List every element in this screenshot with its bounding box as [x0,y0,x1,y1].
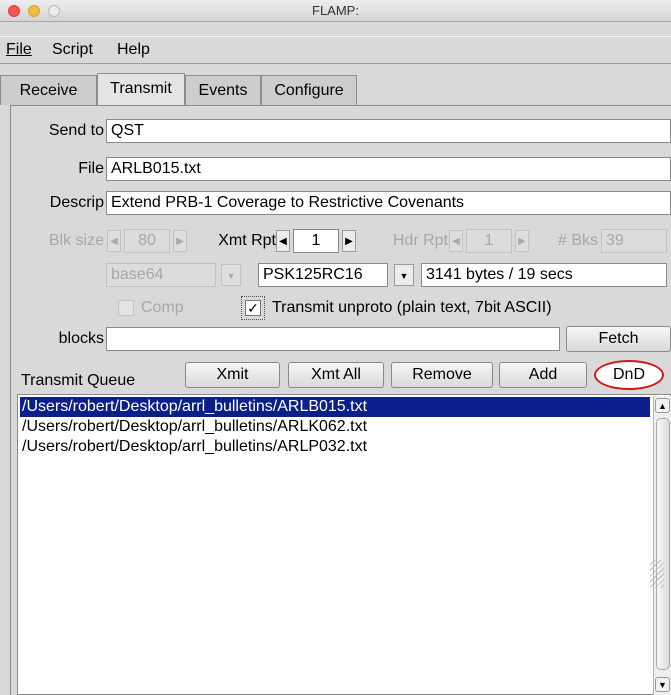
fetch-button[interactable]: Fetch [566,326,671,352]
transmit-queue-label: Transmit Queue [21,372,136,389]
xmit-button[interactable]: Xmit [185,362,280,388]
blk-size-increment-icon[interactable]: ▶ [173,230,187,252]
comp-label: Comp [141,299,184,316]
encoding-dropdown-icon[interactable]: ▼ [221,264,241,286]
xmt-rpt-label: Xmt Rpt [218,232,276,249]
tab-receive[interactable]: Receive [0,75,97,105]
bks-label: # Bks [557,232,598,249]
tab-events-label: Events [198,82,248,99]
hdr-rpt-decrement-icon[interactable]: ◀ [449,230,463,252]
menu-file[interactable]: File [6,41,32,59]
menu-script[interactable]: Script [52,41,93,59]
unproto-label: Transmit unproto (plain text, 7bit ASCII… [272,299,552,316]
xmit-all-button[interactable]: Xmt All [288,362,384,388]
xmt-rpt-decrement-icon[interactable]: ◀ [276,230,290,252]
encoding-select[interactable]: base64 [106,263,216,287]
remove-button[interactable]: Remove [391,362,493,388]
hdr-rpt-field[interactable]: 1 [466,229,512,253]
blocks-field[interactable] [106,327,560,351]
menu-help-label: Help [117,41,150,58]
unproto-checkbox[interactable]: ✓ [245,300,261,316]
hdr-rpt-increment-icon[interactable]: ▶ [515,230,529,252]
tab-transmit[interactable]: Transmit [97,73,185,106]
tab-configure-label: Configure [274,82,344,99]
window-title: FLAMP: [312,3,359,18]
list-item[interactable]: /Users/robert/Desktop/arrl_bulletins/ARL… [20,397,650,417]
blk-size-field[interactable]: 80 [124,229,170,253]
menu-file-label: File [6,41,32,58]
blk-size-label: Blk size [48,232,104,249]
checkmark-icon: ✓ [247,300,259,316]
blk-size-decrement-icon[interactable]: ◀ [107,230,121,252]
scroll-up-icon[interactable]: ▲ [655,398,670,413]
file-field[interactable]: ARLB015.txt [106,157,671,181]
menu-bar: File Script Help [0,36,671,64]
mode-select[interactable]: PSK125RC16 [258,263,388,287]
scroll-thumb[interactable] [656,418,670,670]
menu-script-label: Script [52,41,93,58]
tab-transmit-label: Transmit [110,80,172,97]
hdr-rpt-label: Hdr Rpt [392,232,448,249]
list-item[interactable]: /Users/robert/Desktop/arrl_bulletins/ARL… [20,437,650,457]
transfer-info: 3141 bytes / 19 secs [421,263,667,287]
xmt-rpt-field[interactable]: 1 [293,229,339,253]
dnd-drop-target[interactable]: DnD [594,360,664,390]
blocks-label: blocks [58,330,104,347]
file-label: File [78,160,104,177]
mode-dropdown-icon[interactable]: ▼ [394,264,414,286]
title-bar: FLAMP: [0,0,671,22]
xmt-rpt-increment-icon[interactable]: ▶ [342,230,356,252]
add-button[interactable]: Add [499,362,587,388]
list-item[interactable]: /Users/robert/Desktop/arrl_bulletins/ARL… [20,417,650,437]
send-to-label: Send to [48,122,104,139]
transmit-queue-list[interactable]: /Users/robert/Desktop/arrl_bulletins/ARL… [17,394,671,695]
descrip-field[interactable]: Extend PRB-1 Coverage to Restrictive Cov… [106,191,671,215]
send-to-field[interactable]: QST [106,119,671,143]
comp-checkbox[interactable] [118,300,134,316]
scroll-down-icon[interactable]: ▼ [655,677,670,692]
bks-field: 39 [601,229,667,253]
descrip-label: Descrip [49,194,104,211]
tab-receive-label: Receive [19,82,78,99]
vertical-scrollbar[interactable]: ▲ ▼ [653,396,671,695]
tab-configure[interactable]: Configure [261,75,357,105]
tab-events[interactable]: Events [185,75,261,105]
resize-grip-icon[interactable] [650,560,664,588]
menu-help[interactable]: Help [117,41,150,59]
